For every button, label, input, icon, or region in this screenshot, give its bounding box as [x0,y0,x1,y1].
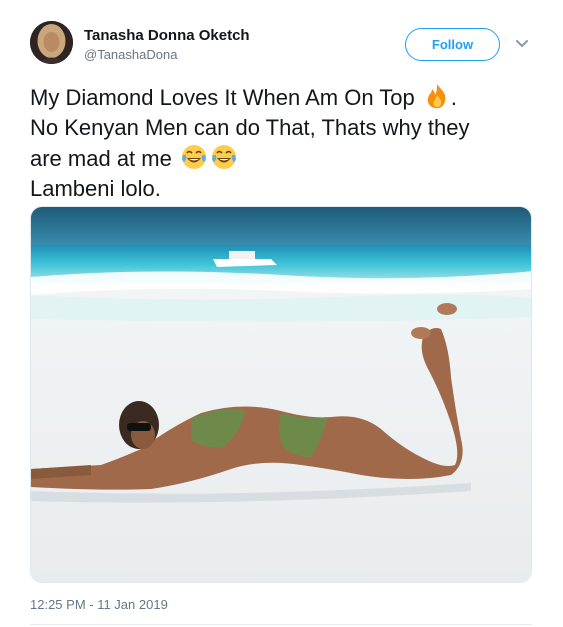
beach-photo [31,207,531,582]
tweet-card: Tanasha Donna Oketch @TanashaDona Follow… [0,0,563,627]
tears-of-joy-emoji-icon [181,145,206,169]
tweet-line-1: My Diamond Loves It When Am On Top . [30,82,540,113]
more-options-button[interactable] [513,35,531,53]
chevron-down-icon [516,40,528,48]
tweet-photo[interactable] [30,206,532,583]
tears-of-joy-emoji-icon [211,145,236,169]
tweet-line-3: are mad at me [30,143,540,174]
tweet-line-4: Lambeni lolo. [30,176,161,201]
fire-emoji-icon [427,84,446,109]
divider [30,624,532,625]
user-avatar-icon [30,21,73,64]
display-name[interactable]: Tanasha Donna Oketch [84,27,250,45]
follow-button[interactable]: Follow [405,28,500,61]
tweet-text: My Diamond Loves It When Am On Top . No … [30,82,540,204]
user-handle[interactable]: @TanashaDona [84,47,177,63]
tweet-timestamp[interactable]: 12:25 PM - 11 Jan 2019 [30,597,168,613]
tweet-line-2: No Kenyan Men can do That, Thats why the… [30,115,470,140]
avatar[interactable] [30,21,73,64]
